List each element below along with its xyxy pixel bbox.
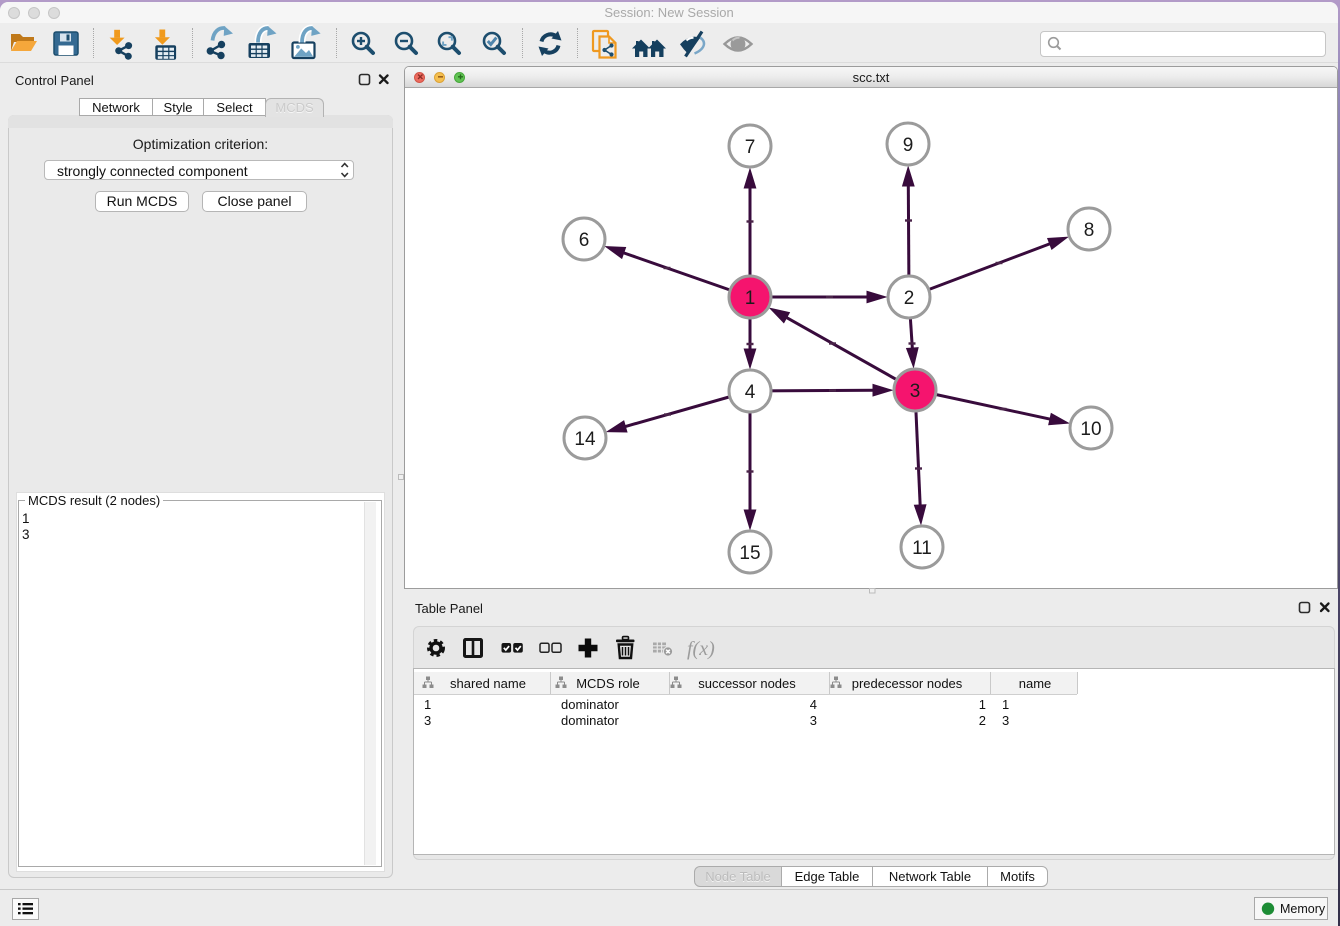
svg-text:f(x): f(x) — [687, 638, 715, 660]
